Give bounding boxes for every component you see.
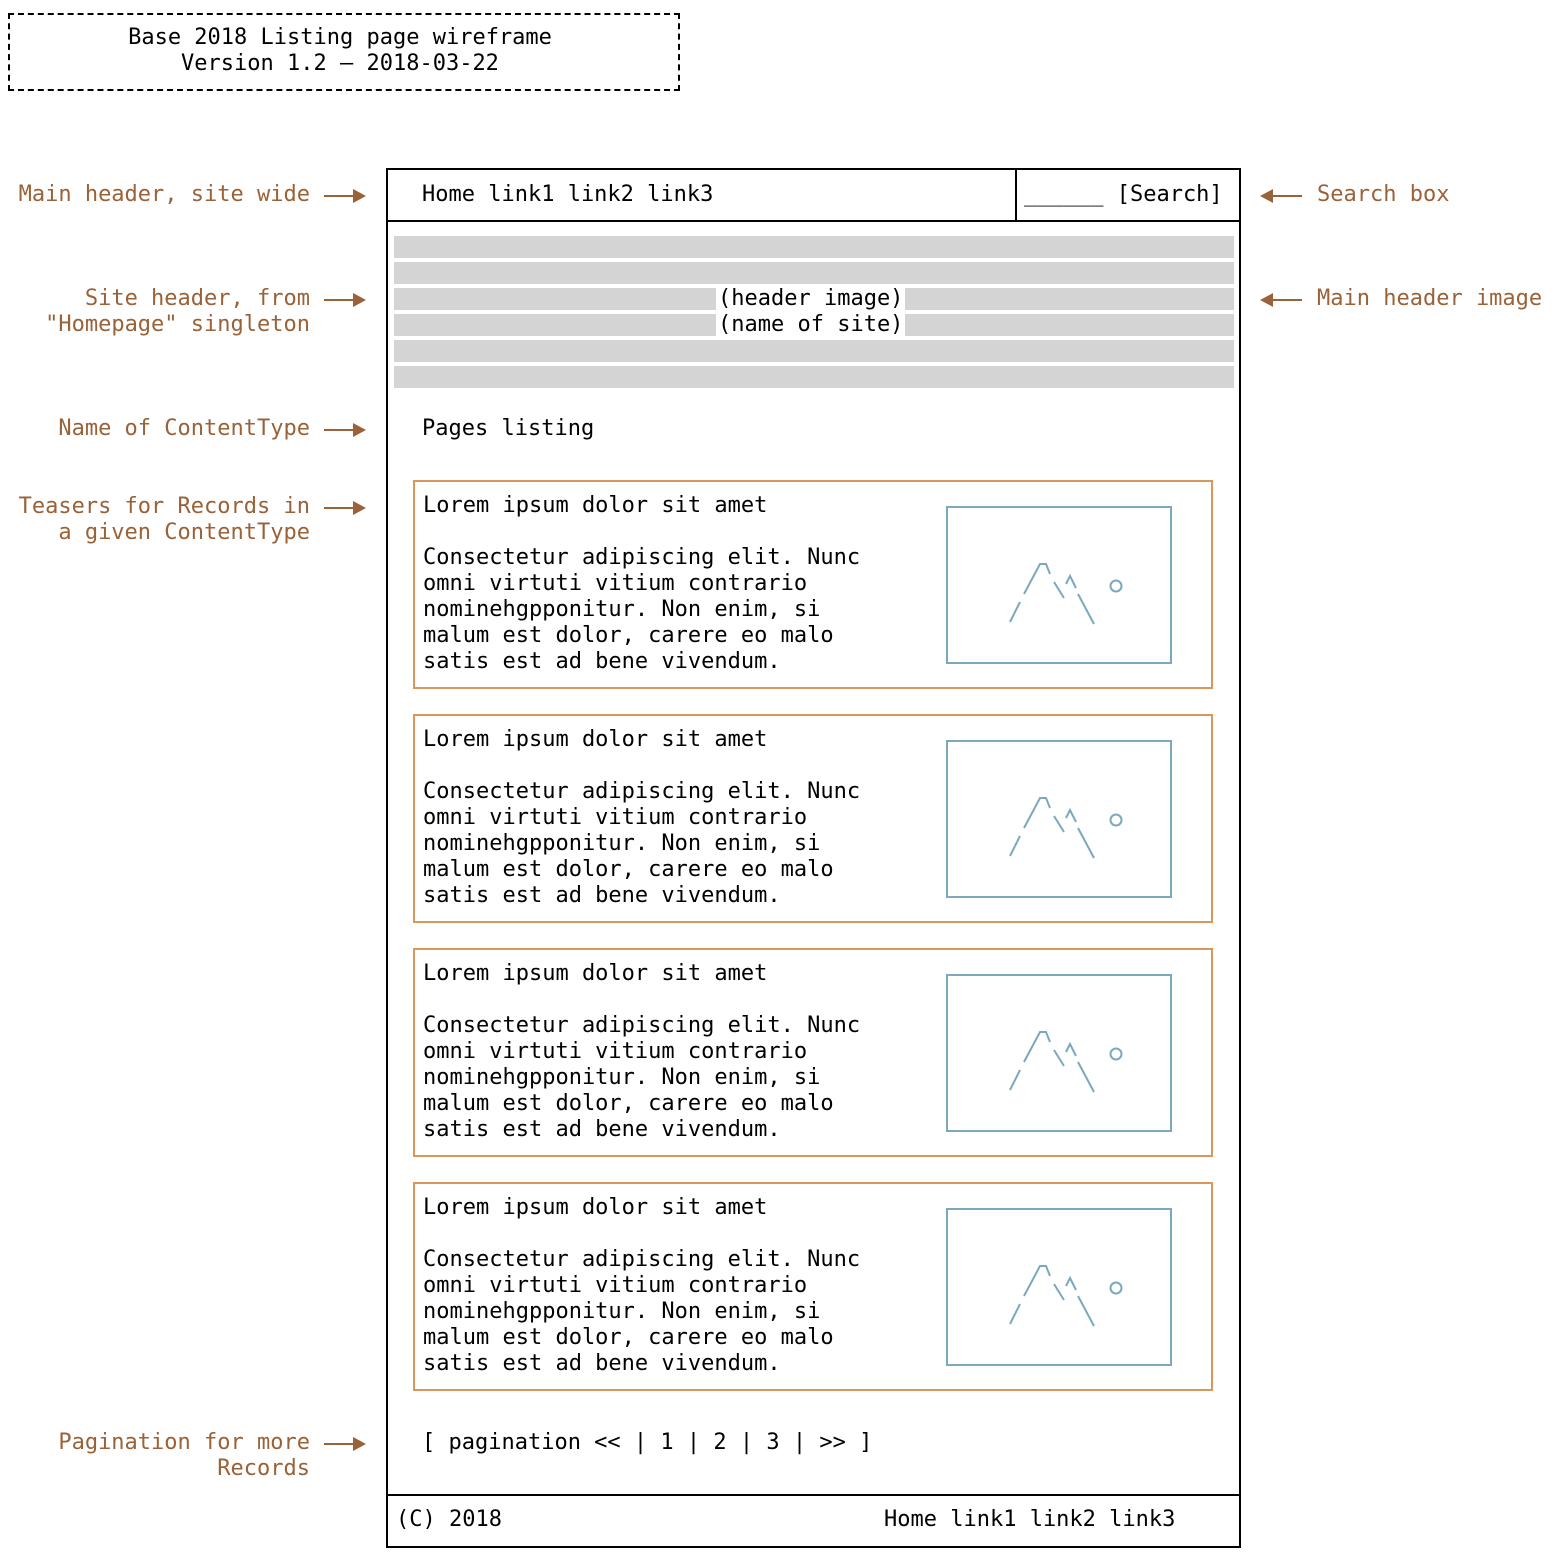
teaser-title[interactable]: Lorem ipsum dolor sit amet (423, 1195, 767, 1221)
listing-title: Pages listing (422, 416, 595, 441)
title-line-1: Base 2018 Listing page wireframe (128, 25, 552, 50)
site-name-label: (name of site) (716, 312, 906, 337)
annotation-teasers: Teasers for Records in a given ContentTy… (18, 494, 310, 545)
annotation-arrow-main-header-image (1260, 293, 1302, 307)
header-image-label: (header image) (716, 286, 906, 311)
teaser-body: Consectetur adipiscing elit. Nunc omni v… (423, 1247, 861, 1376)
teaser-image-placeholder (946, 1208, 1172, 1366)
annotation-arrow-main-header (324, 189, 366, 203)
teaser-card[interactable]: Lorem ipsum dolor sit amet Consectetur a… (413, 714, 1213, 923)
image-placeholder-icon (1009, 563, 1123, 625)
teaser-body: Consectetur adipiscing elit. Nunc omni v… (423, 779, 861, 908)
annotation-site-header: Site header, from "Homepage" singleton (45, 286, 310, 337)
annotation-main-header: Main header, site wide (18, 182, 310, 207)
teaser-title[interactable]: Lorem ipsum dolor sit amet (423, 493, 767, 519)
pagination[interactable]: [ pagination << | 1 | 2 | 3 | >> ] (422, 1430, 872, 1456)
teaser-card[interactable]: Lorem ipsum dolor sit amet Consectetur a… (413, 1182, 1213, 1391)
search-divider (1015, 168, 1017, 222)
annotation-content-type-name: Name of ContentType (58, 416, 310, 441)
annotation-search-box: Search box (1317, 182, 1450, 207)
title-line-2: Version 1.2 – 2018-03-22 (181, 51, 499, 76)
footer-nav-links[interactable]: Home link1 link2 link3 (884, 1507, 1175, 1533)
image-placeholder-icon (1009, 1031, 1123, 1093)
annotation-pagination: Pagination for more Records (58, 1430, 310, 1481)
teaser-image-placeholder (946, 740, 1172, 898)
teaser-title[interactable]: Lorem ipsum dolor sit amet (423, 727, 767, 753)
teaser-image-placeholder (946, 974, 1172, 1132)
image-placeholder-icon (1009, 797, 1123, 859)
teaser-image-placeholder (946, 506, 1172, 664)
main-nav-links[interactable]: Home link1 link2 link3 (422, 182, 713, 208)
teaser-title[interactable]: Lorem ipsum dolor sit amet (423, 961, 767, 987)
annotation-main-header-image: Main header image (1317, 286, 1543, 311)
teaser-card[interactable]: Lorem ipsum dolor sit amet Consectetur a… (413, 948, 1213, 1157)
annotation-arrow-teasers (324, 501, 366, 515)
footer-copyright: (C) 2018 (396, 1507, 502, 1532)
teaser-body: Consectetur adipiscing elit. Nunc omni v… (423, 545, 861, 674)
annotation-arrow-pagination (324, 1437, 366, 1451)
annotation-arrow-content-type-name (324, 423, 366, 437)
teaser-card[interactable]: Lorem ipsum dolor sit amet Consectetur a… (413, 480, 1213, 689)
annotation-arrow-site-header (324, 293, 366, 307)
annotation-arrow-search-box (1260, 189, 1302, 203)
teaser-body: Consectetur adipiscing elit. Nunc omni v… (423, 1013, 861, 1142)
search-box[interactable]: ______ [Search] (1024, 182, 1223, 208)
image-placeholder-icon (1009, 1265, 1123, 1327)
